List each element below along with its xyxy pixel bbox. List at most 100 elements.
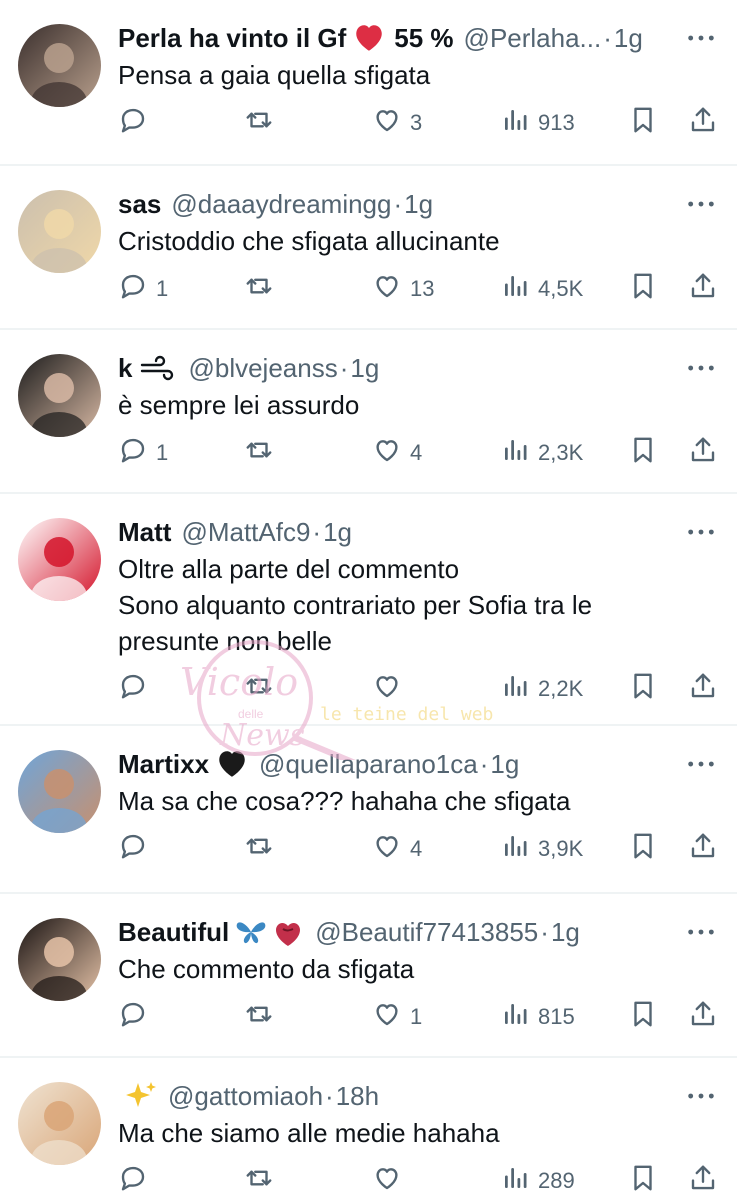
more-options-icon[interactable]	[685, 917, 717, 947]
display-name[interactable]: sas	[118, 186, 161, 222]
retweet-button[interactable]	[244, 999, 274, 1035]
share-icon	[688, 831, 718, 867]
views-button[interactable]: 2,3K	[500, 435, 583, 471]
tweet-header: k @blvejeanss · 1g	[118, 350, 677, 386]
share-button[interactable]	[688, 671, 718, 707]
tweet-header: @gattomiaoh · 18h	[118, 1078, 677, 1114]
bookmark-icon	[628, 271, 658, 307]
timestamp[interactable]: 18h	[336, 1078, 379, 1114]
bookmark-button[interactable]	[628, 671, 658, 707]
retweet-button[interactable]	[244, 671, 274, 707]
avatar[interactable]	[18, 1082, 101, 1165]
more-options-icon[interactable]	[685, 749, 717, 779]
share-button[interactable]	[688, 999, 718, 1035]
more-options-icon[interactable]	[685, 23, 717, 53]
tweet[interactable]: sas @daaaydreamingg · 1g Cristoddio che sfig…	[0, 166, 737, 330]
bookmark-button[interactable]	[628, 831, 658, 867]
timestamp[interactable]: 1g	[323, 514, 352, 550]
retweet-button[interactable]	[244, 831, 274, 867]
views-button[interactable]: 3,9K	[500, 831, 583, 867]
timestamp[interactable]: 1g	[350, 350, 379, 386]
timestamp[interactable]: 1g	[404, 186, 433, 222]
tweet[interactable]: Perla ha vinto il Gf 55 % @Perlaha... · 1g Pe…	[0, 0, 737, 166]
reply-button[interactable]	[118, 1163, 156, 1199]
heart-icon	[372, 435, 402, 471]
reply-button[interactable]	[118, 671, 156, 707]
display-name[interactable]: Perla ha vinto il Gf	[118, 20, 346, 56]
timestamp[interactable]: 1g	[490, 746, 519, 782]
like-button[interactable]: 3	[372, 105, 422, 141]
tweet[interactable]: @gattomiaoh · 18h Ma che siamo alle medie h…	[0, 1058, 737, 1200]
tweet[interactable]: Matt @MattAfc9 · 1g Oltre alla parte del com…	[0, 494, 737, 726]
like-button[interactable]: 13	[372, 271, 434, 307]
timestamp[interactable]: 1g	[551, 914, 580, 950]
tweet[interactable]: Martixx @quellaparano1ca · 1g Ma sa che cosa…	[0, 726, 737, 894]
retweet-button[interactable]	[244, 271, 274, 307]
user-handle[interactable]: @gattomiaoh	[168, 1078, 323, 1114]
views-button[interactable]: 289	[500, 1163, 575, 1199]
more-options-icon[interactable]	[685, 517, 717, 547]
reply-button[interactable]	[118, 999, 156, 1035]
tweet-text: è sempre lei assurdo	[118, 390, 360, 420]
share-icon	[688, 271, 718, 307]
user-handle[interactable]: @Perlaha...	[464, 20, 602, 56]
bookmark-button[interactable]	[628, 1163, 658, 1199]
bookmark-button[interactable]	[628, 105, 658, 141]
like-button[interactable]: 4	[372, 831, 422, 867]
more-options-icon[interactable]	[685, 353, 717, 383]
reply-button[interactable]: 1	[118, 435, 168, 471]
bookmark-button[interactable]	[628, 435, 658, 471]
avatar[interactable]	[18, 518, 101, 601]
share-button[interactable]	[688, 435, 718, 471]
reply-icon	[118, 435, 148, 471]
display-name[interactable]: Beautiful	[118, 914, 229, 950]
tweet-header: Perla ha vinto il Gf 55 % @Perlaha... · 1g	[118, 20, 677, 56]
more-options-icon[interactable]	[685, 189, 717, 219]
more-options-icon[interactable]	[685, 1081, 717, 1111]
user-handle[interactable]: @blvejeanss	[188, 350, 337, 386]
display-name[interactable]: k	[118, 350, 132, 386]
bookmark-icon	[628, 999, 658, 1035]
user-handle[interactable]: @Beautif77413855	[315, 914, 538, 950]
views-button[interactable]: 4,5K	[500, 271, 583, 307]
retweet-button[interactable]	[244, 1163, 274, 1199]
avatar[interactable]	[18, 24, 101, 107]
avatar[interactable]	[18, 750, 101, 833]
retweet-button[interactable]	[244, 105, 274, 141]
views-button[interactable]: 815	[500, 999, 575, 1035]
display-name[interactable]: Martixx	[118, 746, 209, 782]
reply-button[interactable]	[118, 105, 156, 141]
heart-icon	[372, 671, 402, 707]
share-button[interactable]	[688, 105, 718, 141]
share-button[interactable]	[688, 271, 718, 307]
views-button[interactable]: 2,2K	[500, 671, 583, 707]
tweet-header: Martixx @quellaparano1ca · 1g	[118, 746, 677, 782]
like-button[interactable]: 4	[372, 435, 422, 471]
timestamp[interactable]: 1g	[614, 20, 643, 56]
user-handle[interactable]: @MattAfc9	[181, 514, 310, 550]
like-button[interactable]: 1	[372, 999, 422, 1035]
avatar[interactable]	[18, 918, 101, 1001]
reply-icon	[118, 1163, 148, 1199]
like-button[interactable]	[372, 671, 410, 707]
reply-button[interactable]	[118, 831, 156, 867]
user-handle[interactable]: @quellaparano1ca	[259, 746, 478, 782]
avatar[interactable]	[18, 190, 101, 273]
user-handle[interactable]: @daaaydreamingg	[171, 186, 391, 222]
bookmark-button[interactable]	[628, 999, 658, 1035]
share-button[interactable]	[688, 1163, 718, 1199]
separator-dot: ·	[312, 517, 322, 547]
tweet[interactable]: k @blvejeanss · 1g è sempre lei assurdo 1 4 2,3…	[0, 330, 737, 494]
reply-button[interactable]: 1	[118, 271, 168, 307]
bookmark-button[interactable]	[628, 271, 658, 307]
like-button[interactable]	[372, 1163, 410, 1199]
bookmark-icon	[628, 435, 658, 471]
share-icon	[688, 1163, 718, 1199]
views-button[interactable]: 913	[500, 105, 575, 141]
avatar[interactable]	[18, 354, 101, 437]
tweet[interactable]: Beautiful @Beautif77413855 · 1g Che commento…	[0, 894, 737, 1058]
display-name[interactable]: Matt	[118, 514, 171, 550]
retweet-icon	[244, 105, 274, 141]
share-button[interactable]	[688, 831, 718, 867]
retweet-button[interactable]	[244, 435, 274, 471]
